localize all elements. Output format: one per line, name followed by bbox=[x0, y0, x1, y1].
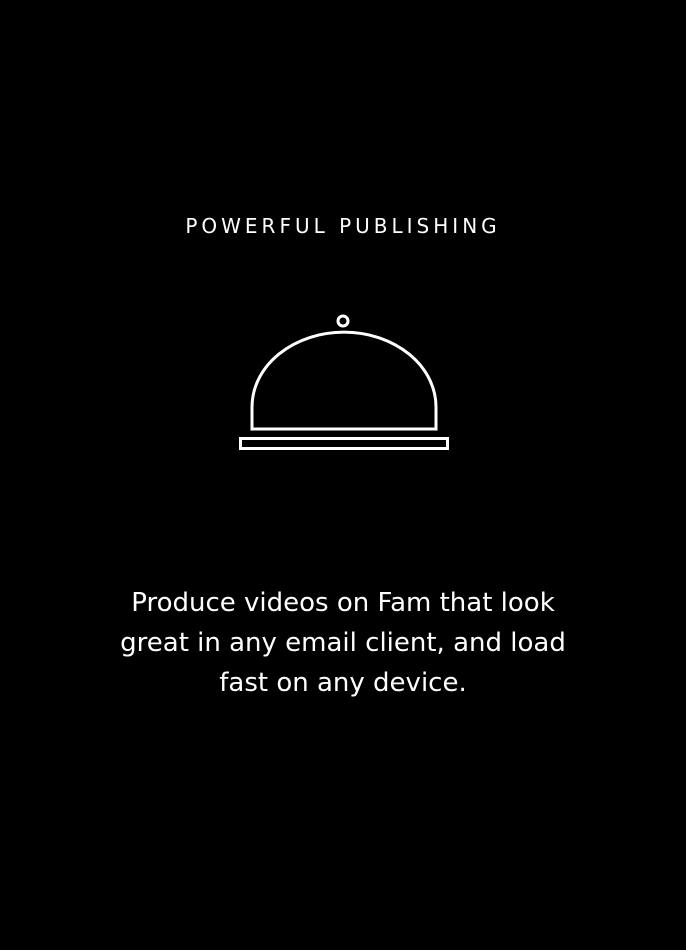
feature-panel: POWERFUL PUBLISHING Produce videos on Fa… bbox=[0, 0, 686, 950]
feature-eyebrow: POWERFUL PUBLISHING bbox=[185, 214, 501, 238]
feature-description: Produce videos on Fam that look great in… bbox=[120, 588, 566, 698]
serving-cloche-icon bbox=[232, 308, 454, 458]
